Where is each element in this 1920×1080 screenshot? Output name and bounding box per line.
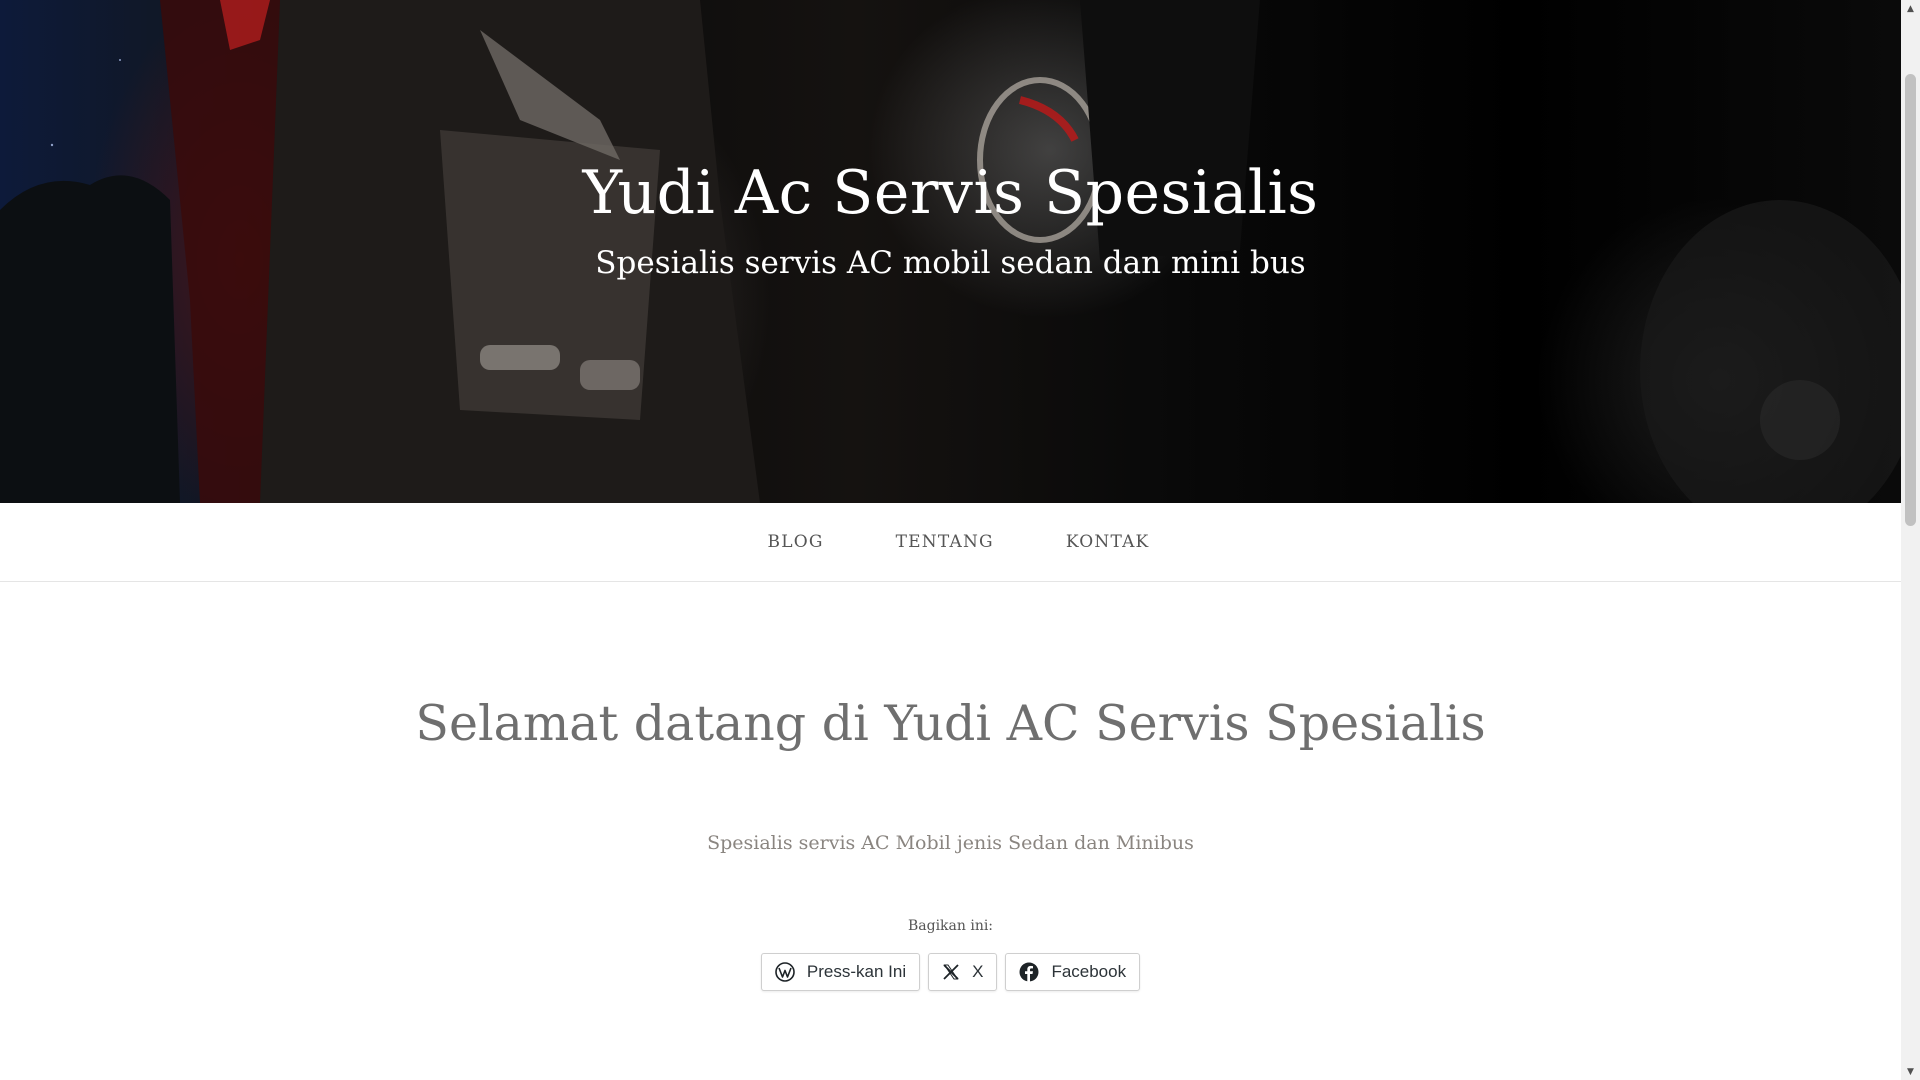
scroll-down-arrow-icon[interactable]: ▼ <box>1901 1063 1920 1080</box>
nav-item-tentang[interactable]: TENTANG <box>880 532 994 552</box>
site-tagline: Spesialis servis AC mobil sedan dan mini… <box>595 245 1306 281</box>
site-title[interactable]: Yudi Ac Servis Spesialis <box>0 160 1901 226</box>
main-navigation: BLOG TENTANG KONTAK <box>0 503 1901 582</box>
scrollbar-thumb[interactable] <box>1905 74 1916 526</box>
share-wordpress-button[interactable]: Press-kan Ini <box>760 953 921 991</box>
nav-item-kontak[interactable]: KONTAK <box>1050 532 1150 552</box>
page: Yudi Ac Servis Spesialis Spesialis servi… <box>0 0 1901 1080</box>
share-x-button[interactable]: X <box>928 953 998 991</box>
facebook-icon <box>1019 962 1039 982</box>
share-heading: Bagikan ini: <box>907 918 994 934</box>
x-icon <box>943 964 959 980</box>
vertical-scrollbar[interactable]: ▲ ▼ <box>1901 0 1920 1080</box>
share-facebook-label: Facebook <box>1051 962 1127 981</box>
share-wordpress-label: Press-kan Ini <box>806 962 907 981</box>
page-lead-text: Spesialis servis AC Mobil jenis Sedan da… <box>707 832 1194 854</box>
scroll-up-arrow-icon[interactable]: ▲ <box>1901 0 1920 17</box>
share-facebook-button[interactable]: Facebook <box>1005 953 1141 991</box>
wordpress-icon <box>775 962 795 982</box>
header-hero: Yudi Ac Servis Spesialis Spesialis servi… <box>0 0 1901 503</box>
share-x-label: X <box>972 962 984 981</box>
share-buttons: Press-kan Ini X Facebook <box>0 953 1901 991</box>
page-title: Selamat datang di Yudi AC Servis Spesial… <box>415 695 1486 752</box>
nav-item-blog[interactable]: BLOG <box>752 532 824 552</box>
